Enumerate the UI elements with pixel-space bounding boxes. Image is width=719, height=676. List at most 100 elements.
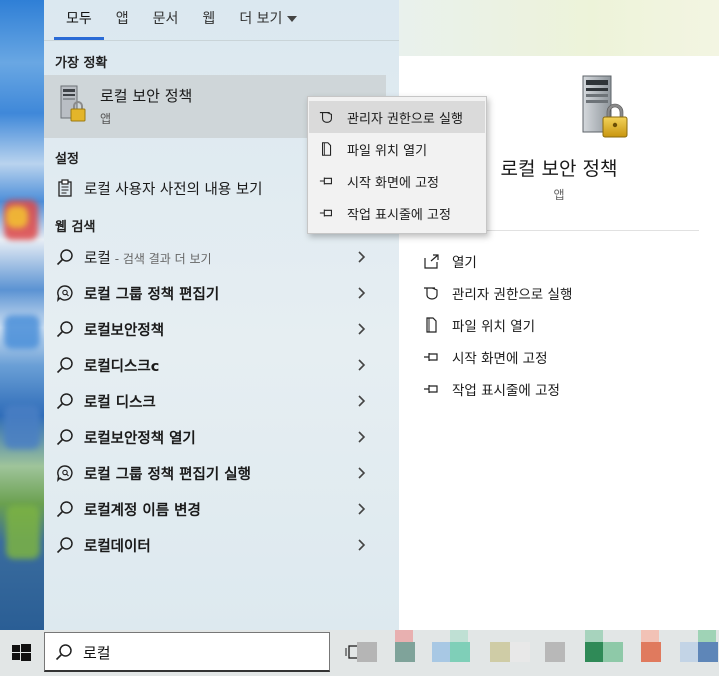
search-icon <box>56 501 73 518</box>
taskbar-app-indicator <box>698 630 716 642</box>
best-match-title: 로컬 보안 정책 <box>100 87 193 105</box>
tab-web[interactable]: 웹 <box>190 0 227 40</box>
best-match-heading: 가장 정확 <box>55 56 108 71</box>
best-match-type: 앱 <box>100 112 112 126</box>
results-pane: 모두 앱 문서 웹 더 보기 가장 정확 로컬 보안 정책 앱 설정 로컬 사용… <box>44 0 399 630</box>
tab-label: 문서 <box>152 11 179 27</box>
taskbar-app-indicator <box>641 630 659 642</box>
shield-icon <box>319 112 332 123</box>
web-search-item[interactable]: 로컬 - 검색 결과 더 보기 <box>44 239 386 275</box>
web-search-query: 로컬 디스크 <box>84 395 156 411</box>
web-search-item[interactable]: 로컬 그룹 정책 편집기 실행 <box>44 455 386 491</box>
menu-item-pin-to-start[interactable]: 시작 화면에 고정 <box>309 165 485 197</box>
taskbar-app-icon[interactable] <box>698 642 718 662</box>
web-search-item[interactable]: 로컬보안정책 열기 <box>44 419 386 455</box>
shield-icon <box>424 287 438 300</box>
tab-label: 더 보기 <box>239 11 283 27</box>
menu-item-label: 파일 위치 열기 <box>347 143 428 159</box>
web-search-item[interactable]: 로컬 그룹 정책 편집기 <box>44 275 386 311</box>
chevron-right-icon[interactable] <box>356 284 368 302</box>
folder-icon <box>426 317 437 333</box>
open-action[interactable]: 열기 <box>423 248 477 274</box>
web-search-heading: 웹 검색 <box>55 220 96 235</box>
taskbar-app-icon[interactable] <box>510 642 530 662</box>
web-search-query: 로컬보안정책 열기 <box>84 431 196 447</box>
web-search-hint: - 검색 결과 더 보기 <box>114 252 212 266</box>
chevron-right-icon[interactable] <box>356 428 368 446</box>
taskbar-app-icon[interactable] <box>585 642 605 662</box>
taskbar-app-icon[interactable] <box>395 642 415 662</box>
pin-icon <box>319 177 332 185</box>
web-search-query: 로컬데이터 <box>84 539 151 555</box>
web-search-item-label: 로컬계정 이름 변경 <box>84 499 201 520</box>
chevron-right-icon[interactable] <box>356 536 368 554</box>
chevron-right-icon[interactable] <box>356 356 368 374</box>
web-search-item[interactable]: 로컬디스크c <box>44 347 386 383</box>
tab-label: 웹 <box>202 11 216 27</box>
chevron-right-icon[interactable] <box>356 500 368 518</box>
pin-to-taskbar-action[interactable]: 작업 표시줄에 고정 <box>423 376 560 402</box>
web-search-query: 로컬 <box>84 251 111 267</box>
taskbar-app-icon[interactable] <box>432 642 452 662</box>
search-icon <box>56 393 73 410</box>
chevron-right-icon[interactable] <box>356 464 368 482</box>
web-search-query: 로컬디스크c <box>84 359 160 375</box>
local-security-policy-icon <box>582 75 628 138</box>
menu-item-open-file-location[interactable]: 파일 위치 열기 <box>309 133 485 165</box>
web-search-query: 로컬 그룹 정책 편집기 실행 <box>84 467 251 483</box>
tab-documents[interactable]: 문서 <box>141 0 191 40</box>
web-search-item-label: 로컬 - 검색 결과 더 보기 <box>84 247 212 268</box>
web-search-item[interactable]: 로컬데이터 <box>44 527 386 563</box>
tab-all[interactable]: 모두 <box>54 0 104 40</box>
windows-start-button[interactable] <box>0 630 44 676</box>
taskbar-app-icon[interactable] <box>545 642 565 662</box>
pin-icon <box>319 209 332 217</box>
taskbar-app-icon[interactable] <box>641 642 661 662</box>
taskbar-app-icon[interactable] <box>490 642 510 662</box>
web-search-query: 로컬보안정책 <box>84 323 165 339</box>
open-icon <box>424 254 439 269</box>
taskbar-app-icon[interactable] <box>357 642 377 662</box>
search-input[interactable] <box>83 639 313 665</box>
search-icon <box>56 357 73 374</box>
web-search-item[interactable]: 로컬 디스크 <box>44 383 386 419</box>
tab-apps[interactable]: 앱 <box>104 0 141 40</box>
web-search-item-label: 로컬보안정책 열기 <box>84 427 196 448</box>
web-search-item-label: 로컬 그룹 정책 편집기 <box>84 283 219 304</box>
context-menu: 관리자 권한으로 실행 파일 위치 열기 시작 화면에 고정 작업 표시줄에 고… <box>307 96 487 234</box>
taskbar-search-box[interactable] <box>44 632 330 672</box>
menu-item-label: 관리자 권한으로 실행 <box>347 111 463 127</box>
open-file-location-action[interactable]: 파일 위치 열기 <box>423 312 535 338</box>
web-search-item-label: 로컬 그룹 정책 편집기 실행 <box>84 463 251 484</box>
chevron-right-icon[interactable] <box>356 248 368 266</box>
chat-search-icon <box>57 285 73 302</box>
web-search-item[interactable]: 로컬계정 이름 변경 <box>44 491 386 527</box>
start-menu-panel: 모두 앱 문서 웹 더 보기 가장 정확 로컬 보안 정책 앱 설정 로컬 사용… <box>44 0 719 630</box>
local-security-policy-icon <box>60 85 86 122</box>
taskbar-app-icon[interactable] <box>680 642 700 662</box>
run-as-admin-action[interactable]: 관리자 권한으로 실행 <box>423 280 572 306</box>
header-strip <box>399 0 719 56</box>
taskbar-app-indicator <box>585 630 603 642</box>
taskbar-app-icon[interactable] <box>603 642 623 662</box>
action-label: 관리자 권한으로 실행 <box>452 287 573 303</box>
taskbar-app-icon[interactable] <box>450 642 470 662</box>
tab-label: 모두 <box>66 11 92 27</box>
tab-more[interactable]: 더 보기 <box>227 0 309 40</box>
web-search-item[interactable]: 로컬보안정책 <box>44 311 386 347</box>
tab-divider <box>44 40 399 41</box>
chevron-down-icon <box>287 16 298 22</box>
search-icon <box>56 429 73 446</box>
action-label: 작업 표시줄에 고정 <box>452 383 560 399</box>
taskbar-app-indicator <box>450 630 468 642</box>
menu-item-label: 작업 표시줄에 고정 <box>347 207 451 223</box>
web-search-item-label: 로컬디스크c <box>84 355 159 376</box>
action-label: 시작 화면에 고정 <box>452 351 548 367</box>
chevron-right-icon[interactable] <box>356 320 368 338</box>
pin-to-start-action[interactable]: 시작 화면에 고정 <box>423 344 548 370</box>
chevron-right-icon[interactable] <box>356 392 368 410</box>
taskbar <box>0 630 719 676</box>
menu-item-run-as-admin[interactable]: 관리자 권한으로 실행 <box>309 101 485 133</box>
action-label: 열기 <box>452 255 477 271</box>
menu-item-pin-to-taskbar[interactable]: 작업 표시줄에 고정 <box>309 197 485 229</box>
